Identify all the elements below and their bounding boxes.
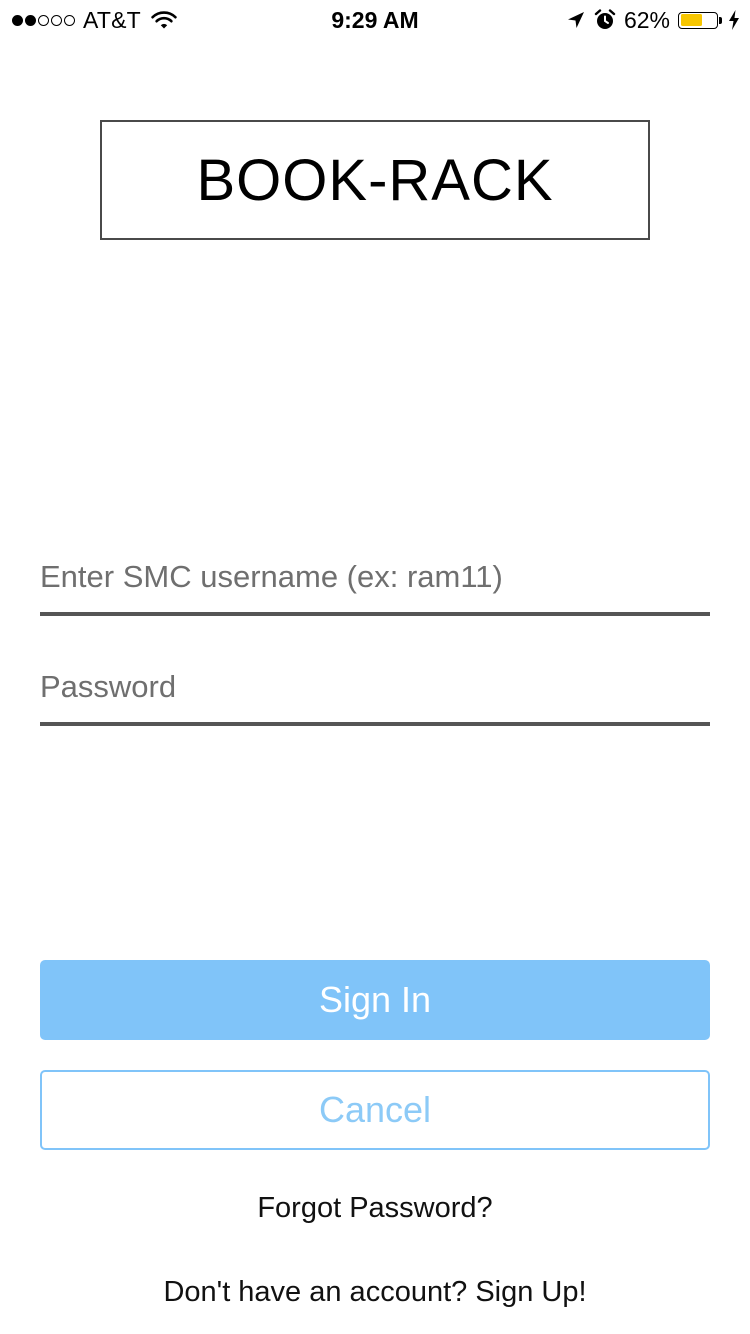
app-logo: BOOK-RACK — [100, 120, 650, 240]
battery-tip — [719, 16, 722, 24]
cancel-button[interactable]: Cancel — [40, 1070, 710, 1150]
password-input[interactable] — [40, 652, 710, 722]
forgot-password-link[interactable]: Forgot Password? — [0, 1192, 750, 1225]
username-field-container — [40, 542, 710, 616]
alarm-clock-icon — [594, 9, 616, 29]
battery-icon — [678, 11, 722, 29]
sign-in-button[interactable]: Sign In — [40, 960, 710, 1040]
password-field-container — [40, 652, 710, 726]
battery-percentage: 62% — [623, 6, 670, 33]
sign-up-link[interactable]: Don't have an account? Sign Up! — [0, 1276, 750, 1309]
battery-level-fill — [680, 14, 703, 26]
cancel-button-label: Cancel — [318, 1089, 432, 1130]
status-bar: AT&T 9:29 AM 62% — [0, 0, 750, 40]
status-bar-right: 62% — [566, 6, 740, 34]
location-arrow-icon — [567, 12, 584, 28]
sign-in-button-label: Sign In — [318, 979, 432, 1020]
username-input[interactable] — [40, 542, 710, 612]
app-logo-text: BOOK-RACK — [196, 147, 554, 213]
charging-bolt-icon — [729, 10, 739, 30]
